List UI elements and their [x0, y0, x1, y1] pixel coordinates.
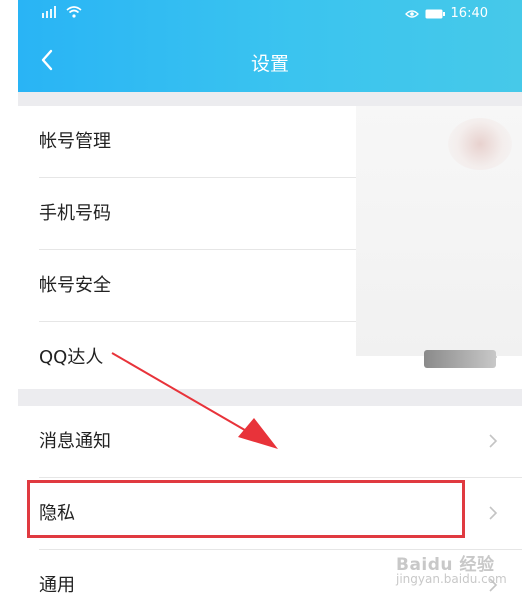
watermark-url: jingyan.baidu.com: [396, 572, 507, 586]
watermark-brand: Baidu 经验: [396, 555, 495, 575]
settings-page: 16:40 设置 帐号管理 手机号码 帐号安全 QQ达人 消息通知 隐私 通用 …: [18, 0, 522, 603]
annotation-arrow: [111, 352, 278, 449]
baidu-watermark: Baidu 经验 jingyan.baidu.com: [396, 555, 507, 587]
